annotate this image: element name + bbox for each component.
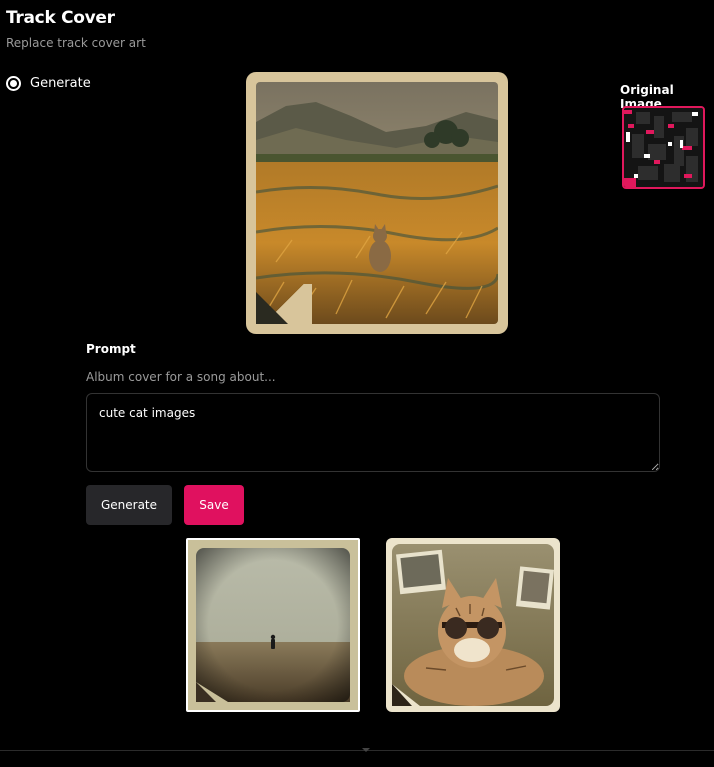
save-button[interactable]: Save — [184, 485, 244, 525]
original-image-thumbnail[interactable] — [622, 106, 705, 189]
generate-button[interactable]: Generate — [86, 485, 172, 525]
cover-option-1[interactable] — [186, 538, 360, 712]
radio-selected-icon[interactable] — [6, 76, 21, 91]
footer-divider — [0, 750, 714, 751]
cover-option-2[interactable] — [386, 538, 560, 712]
page-subtitle: Replace track cover art — [6, 36, 146, 50]
generate-radio-label: Generate — [30, 76, 91, 91]
page-corner-fold-icon — [256, 292, 288, 324]
cover-preview — [246, 72, 508, 334]
prompt-hint: Album cover for a song about... — [86, 370, 276, 384]
radio-dot — [10, 80, 17, 87]
page-title: Track Cover — [6, 8, 115, 28]
prompt-label: Prompt — [86, 342, 136, 356]
chevron-down-icon — [362, 748, 370, 752]
prompt-textarea[interactable]: cute cat images — [86, 393, 660, 472]
generate-radio-option[interactable]: Generate — [6, 76, 91, 91]
